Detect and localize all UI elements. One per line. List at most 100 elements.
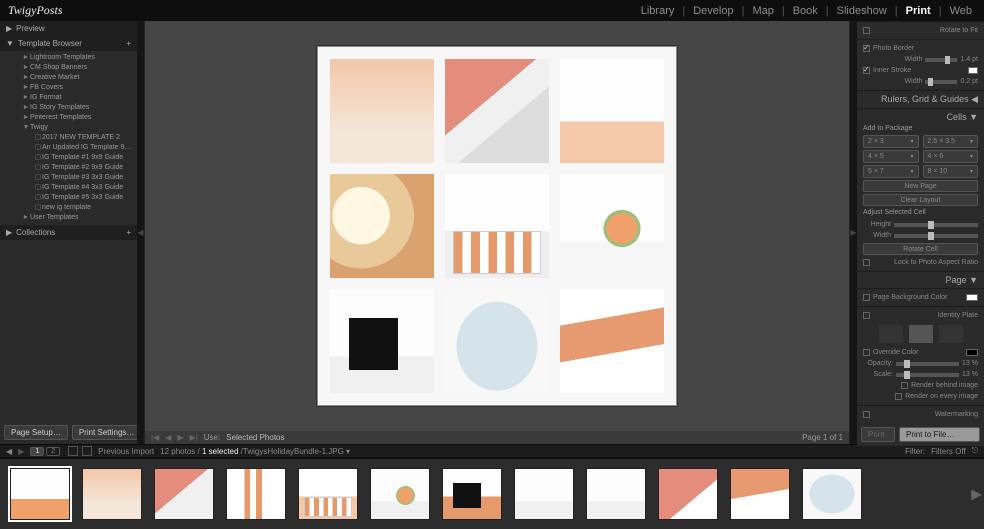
page-setup-button[interactable]: Page Setup… xyxy=(4,425,68,440)
photo-border-checkbox[interactable] xyxy=(863,45,870,52)
module-tab-map[interactable]: Map xyxy=(748,5,777,17)
new-page-button[interactable]: New Page xyxy=(863,180,978,192)
override-swatch[interactable] xyxy=(966,349,978,356)
layout-cell-5[interactable] xyxy=(445,174,549,278)
height-slider[interactable] xyxy=(894,223,978,227)
filmstrip-thumb[interactable] xyxy=(82,468,142,520)
filmstrip-thumb[interactable] xyxy=(802,468,862,520)
tree-item[interactable]: ►FB Covers xyxy=(0,83,137,93)
tree-item[interactable]: ►CM Shop Banners xyxy=(0,63,137,73)
print-to-file-button[interactable]: Print to File… xyxy=(899,427,980,442)
stroke-swatch[interactable] xyxy=(968,67,978,74)
last-page-icon[interactable]: ▶| xyxy=(190,433,198,442)
page-bg-swatch[interactable] xyxy=(966,294,978,301)
template-browser-header[interactable]: ▼ Template Browser + xyxy=(0,36,137,51)
filmstrip-thumb[interactable] xyxy=(370,468,430,520)
module-tab-book[interactable]: Book xyxy=(789,5,822,17)
layout-cell-7[interactable] xyxy=(330,289,434,393)
prev-page-icon[interactable]: ◀ xyxy=(165,433,171,442)
inner-stroke-slider[interactable] xyxy=(925,80,957,84)
cell-size-button[interactable]: 2 × 3▾ xyxy=(863,135,919,148)
right-collapse-strip[interactable]: ▶ xyxy=(850,21,857,444)
cells-heading[interactable]: Cells ▼ xyxy=(863,112,978,122)
forward-icon[interactable]: ▶ xyxy=(18,447,24,456)
tree-item[interactable]: ▢IG Template #5 3x3 Guide xyxy=(0,193,137,203)
page-bg-checkbox[interactable] xyxy=(863,294,870,301)
left-collapse-strip[interactable]: ◀ xyxy=(137,21,144,444)
tree-item[interactable]: ►IG Story Templates xyxy=(0,103,137,113)
layout-cell-8[interactable] xyxy=(445,289,549,393)
preview-header[interactable]: ▶ Preview xyxy=(0,21,137,36)
render-every-checkbox[interactable] xyxy=(895,393,902,400)
add-template-icon[interactable]: + xyxy=(126,39,131,48)
back-icon[interactable]: ◀ xyxy=(6,447,12,456)
identity-plate-preview[interactable] xyxy=(863,325,978,343)
page-heading[interactable]: Page ▼ xyxy=(863,275,978,285)
filmstrip-thumb[interactable] xyxy=(442,468,502,520)
tree-item[interactable]: ►User Templates xyxy=(0,213,137,223)
layout-cell-9[interactable] xyxy=(560,289,664,393)
grid-view-icon[interactable] xyxy=(68,446,78,456)
layout-cell-4[interactable] xyxy=(330,174,434,278)
page-pill-1[interactable]: 1 xyxy=(30,447,44,456)
filter-lock-icon[interactable]: ⎋ xyxy=(972,446,978,456)
tree-item[interactable]: ►Lightroom Templates xyxy=(0,53,137,63)
render-behind-checkbox[interactable] xyxy=(901,382,908,389)
tree-item[interactable]: ▢IG Template #1 9x9 Guide xyxy=(0,153,137,163)
print-settings-button[interactable]: Print Settings… xyxy=(72,425,142,440)
print-button[interactable]: Print xyxy=(861,427,895,442)
filmstrip-thumb[interactable] xyxy=(658,468,718,520)
tree-item[interactable]: ▢new ig template xyxy=(0,203,137,213)
cell-size-button[interactable]: 4 × 5▾ xyxy=(863,150,919,163)
filmstrip-thumb[interactable] xyxy=(226,468,286,520)
scale-slider[interactable] xyxy=(896,373,959,377)
opacity-slider[interactable] xyxy=(896,362,959,366)
rotate-cell-button[interactable]: Rotate Cell xyxy=(863,243,978,255)
rulers-heading[interactable]: Rulers, Grid & Guides ◀ xyxy=(863,94,978,105)
filmstrip-thumb[interactable] xyxy=(10,468,70,520)
filmstrip-thumb[interactable] xyxy=(730,468,790,520)
filmstrip-right-arrow-icon[interactable]: ▶ xyxy=(971,486,982,503)
lock-ratio-checkbox[interactable] xyxy=(863,259,870,266)
tree-item[interactable]: ▼Twigy xyxy=(0,123,137,133)
filmstrip-thumb[interactable] xyxy=(154,468,214,520)
module-tab-print[interactable]: Print xyxy=(902,5,935,17)
use-value[interactable]: Selected Photos xyxy=(226,433,284,442)
next-page-icon[interactable]: ▶ xyxy=(177,433,183,442)
filmstrip-thumb[interactable] xyxy=(514,468,574,520)
override-color-checkbox[interactable] xyxy=(863,349,870,356)
cell-size-button[interactable]: 2.5 × 3.5▾ xyxy=(923,135,979,148)
filmstrip[interactable]: ▶ xyxy=(0,458,984,529)
clear-layout-button[interactable]: Clear Layout xyxy=(863,194,978,206)
tree-item[interactable]: ▢IG Template #4 3x3 Guide xyxy=(0,183,137,193)
first-page-icon[interactable]: |◀ xyxy=(151,433,159,442)
page-pill-2[interactable]: 2 xyxy=(46,447,60,456)
photo-border-slider[interactable] xyxy=(925,58,957,62)
rotate-to-fit-checkbox[interactable] xyxy=(863,27,870,34)
source-label[interactable]: Previous Import xyxy=(98,447,154,456)
print-canvas[interactable] xyxy=(145,21,849,431)
page-view-selector[interactable]: 12 xyxy=(30,446,62,456)
grid-view-icon[interactable] xyxy=(82,446,92,456)
collections-header[interactable]: ▶ Collections + xyxy=(0,225,137,240)
module-tab-web[interactable]: Web xyxy=(946,5,976,17)
cell-size-button[interactable]: 8 × 10▾ xyxy=(923,165,979,178)
layout-cell-2[interactable] xyxy=(445,59,549,163)
add-collection-icon[interactable]: + xyxy=(126,228,131,237)
layout-cell-6[interactable] xyxy=(560,174,664,278)
module-tab-develop[interactable]: Develop xyxy=(689,5,737,17)
layout-cell-1[interactable] xyxy=(330,59,434,163)
cell-size-button[interactable]: 5 × 7▾ xyxy=(863,165,919,178)
tree-item[interactable]: ▢IG Template #3 3x3 Guide xyxy=(0,173,137,183)
tree-item[interactable]: ►Creative Market xyxy=(0,73,137,83)
tree-item[interactable]: ▢2017 NEW TEMPLATE 2 xyxy=(0,133,137,143)
filmstrip-thumb[interactable] xyxy=(586,468,646,520)
tree-item[interactable]: ▢An Updated IG Template 9… xyxy=(0,143,137,153)
module-tab-library[interactable]: Library xyxy=(637,5,679,17)
filters-off-dropdown[interactable]: Filters Off xyxy=(931,447,966,456)
identity-plate-checkbox[interactable] xyxy=(863,312,870,319)
filmstrip-thumb[interactable] xyxy=(298,468,358,520)
tree-item[interactable]: ►IG Format xyxy=(0,93,137,103)
layout-cell-3[interactable] xyxy=(560,59,664,163)
tree-item[interactable]: ►Pinterest Templates xyxy=(0,113,137,123)
